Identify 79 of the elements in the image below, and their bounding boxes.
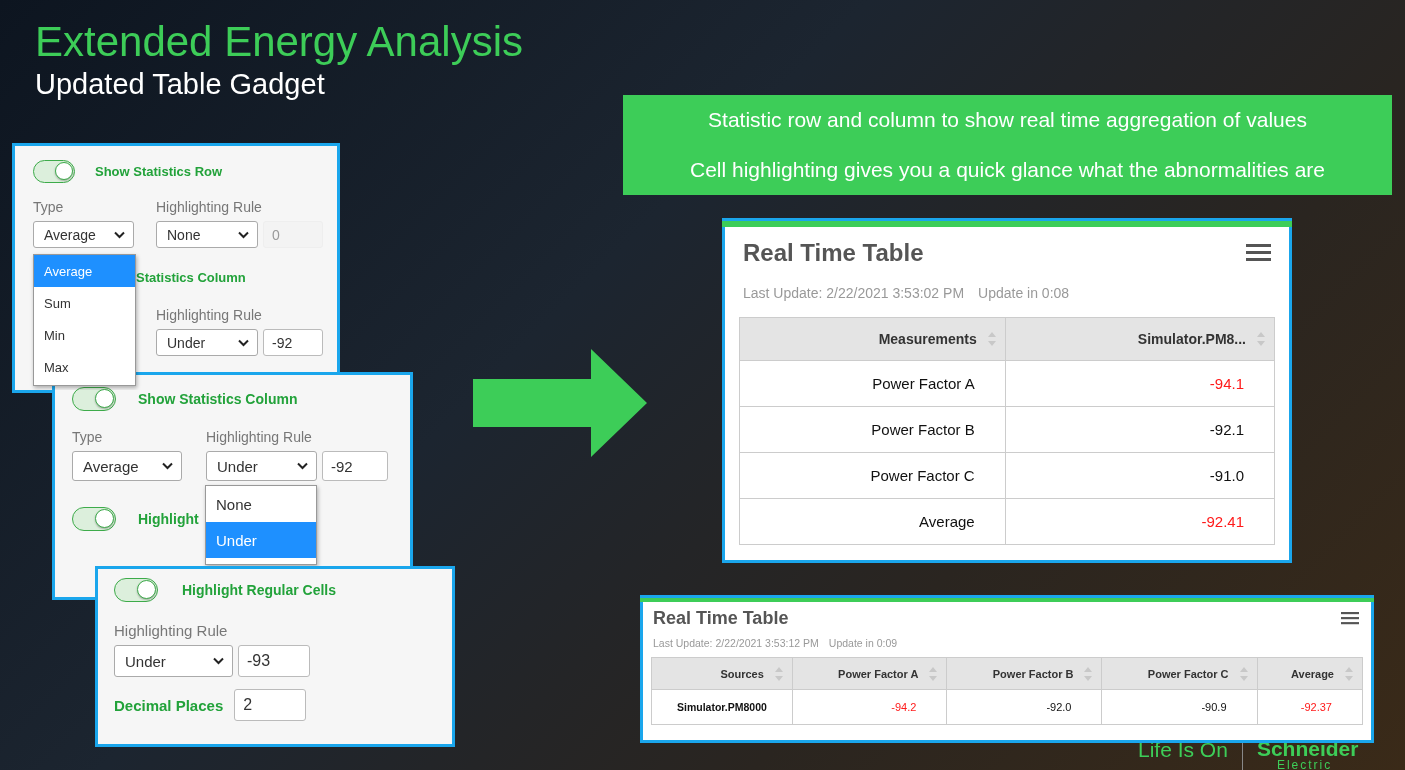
- last-update-text: Last Update: 2/22/2021 3:53:12 PM: [653, 637, 819, 649]
- dropdown-select[interactable]: Under: [156, 329, 258, 357]
- update-countdown-text: Update in 0:09: [828, 637, 898, 649]
- dropdown-option[interactable]: None: [206, 486, 316, 522]
- sort-icon[interactable]: [1083, 665, 1094, 682]
- table-cell: Power Factor B: [739, 406, 1006, 453]
- widget-title: Real Time Table: [743, 239, 924, 267]
- dropdown-option[interactable]: Min: [34, 319, 135, 351]
- chevron-icon: [114, 230, 125, 239]
- table-cell: Power Factor C: [739, 452, 1006, 499]
- chevron-icon: [238, 230, 249, 239]
- callout-text: Cell highlighting gives you a quick glance what the abnormalities are: [689, 158, 1325, 182]
- number-field[interactable]: -92: [263, 329, 323, 357]
- dropdown-option[interactable]: Sum: [34, 287, 135, 319]
- sort-icon[interactable]: [1344, 665, 1354, 682]
- table-cell: -92.0: [946, 689, 1102, 725]
- logo-subtext: Electric: [1276, 759, 1334, 770]
- field-label: Highlighting Rule: [206, 429, 313, 446]
- chevron-icon: [297, 462, 308, 471]
- number-field[interactable]: -93: [238, 645, 310, 678]
- toggle-switch[interactable]: [72, 507, 116, 532]
- right-arrow-icon: [473, 349, 647, 457]
- chevron-icon: [213, 657, 224, 666]
- column-header[interactable]: Power Factor A: [792, 657, 947, 690]
- field-label: Type: [72, 429, 104, 446]
- dropdown-select[interactable]: Under: [206, 451, 317, 482]
- callout-text: Statistic row and column to show real time aggregation of values: [708, 108, 1307, 132]
- table-cell: Average: [739, 498, 1006, 545]
- last-update-text: Last Update: 2/22/2021 3:53:02 PM: [743, 285, 965, 301]
- logo-tagline: Life Is On: [1138, 738, 1228, 762]
- toggle-switch[interactable]: [114, 578, 158, 603]
- toggle-label: Highlight Regular Cells: [182, 582, 336, 599]
- field-label: Decimal Places: [114, 696, 224, 714]
- update-countdown-text: Update in 0:08: [978, 285, 1070, 301]
- sort-icon[interactable]: [1256, 331, 1266, 347]
- table-cell: -92.41: [1005, 498, 1275, 545]
- dropdown-select[interactable]: Average: [72, 451, 182, 482]
- toggle-label: Show Statistics Row: [95, 164, 223, 180]
- field-label: Highlighting Rule: [156, 199, 263, 216]
- dropdown-select[interactable]: None: [156, 221, 258, 249]
- column-header[interactable]: Simulator.PM8...: [1005, 317, 1275, 361]
- logo-wordmark: Schneider: [1256, 738, 1359, 759]
- toggle-label: Show Statistics Column: [138, 391, 298, 408]
- column-header[interactable]: Power Factor C: [1101, 657, 1258, 690]
- menu-icon[interactable]: [1341, 612, 1359, 625]
- slide-subtitle: Updated Table Gadget: [35, 68, 326, 101]
- number-field[interactable]: -92: [322, 451, 388, 482]
- dropdown-select[interactable]: Average: [33, 221, 134, 249]
- table-cell: -91.0: [1005, 452, 1275, 499]
- sort-icon[interactable]: [1238, 665, 1249, 682]
- table-cell: -92.37: [1257, 689, 1363, 725]
- number-field[interactable]: 2: [234, 689, 307, 722]
- table-cell: -92.1: [1005, 406, 1275, 453]
- table-cell: Power Factor A: [739, 360, 1006, 407]
- sort-icon[interactable]: [773, 665, 784, 682]
- column-header[interactable]: Measurements: [739, 317, 1006, 361]
- sort-icon[interactable]: [928, 665, 939, 682]
- column-header[interactable]: Sources: [651, 657, 793, 690]
- table-cell: -94.1: [1005, 360, 1275, 407]
- field-label: Highlighting Rule: [114, 622, 229, 640]
- widget-title: Real Time Table: [653, 608, 789, 629]
- toggle-label: Statistics Column: [136, 270, 246, 286]
- field-label: Highlighting Rule: [156, 307, 263, 324]
- column-header[interactable]: Average: [1257, 657, 1363, 690]
- field-label: Type: [33, 199, 65, 216]
- toggle-switch[interactable]: [72, 387, 116, 412]
- column-header[interactable]: Power Factor B: [946, 657, 1102, 690]
- dropdown-select[interactable]: Under: [114, 645, 233, 678]
- table-cell: -90.9: [1101, 689, 1258, 725]
- toggle-label: Highlight: [138, 511, 199, 528]
- chevron-icon: [238, 338, 249, 347]
- dropdown-option[interactable]: Max: [34, 351, 135, 383]
- slide-title: Extended Energy Analysis: [35, 18, 523, 66]
- menu-icon[interactable]: [1246, 244, 1271, 262]
- table-cell: Simulator.PM8000: [651, 689, 793, 725]
- sort-icon[interactable]: [986, 331, 997, 347]
- chevron-icon: [162, 462, 173, 471]
- toggle-switch[interactable]: [33, 160, 75, 184]
- table-cell: -94.2: [792, 689, 947, 725]
